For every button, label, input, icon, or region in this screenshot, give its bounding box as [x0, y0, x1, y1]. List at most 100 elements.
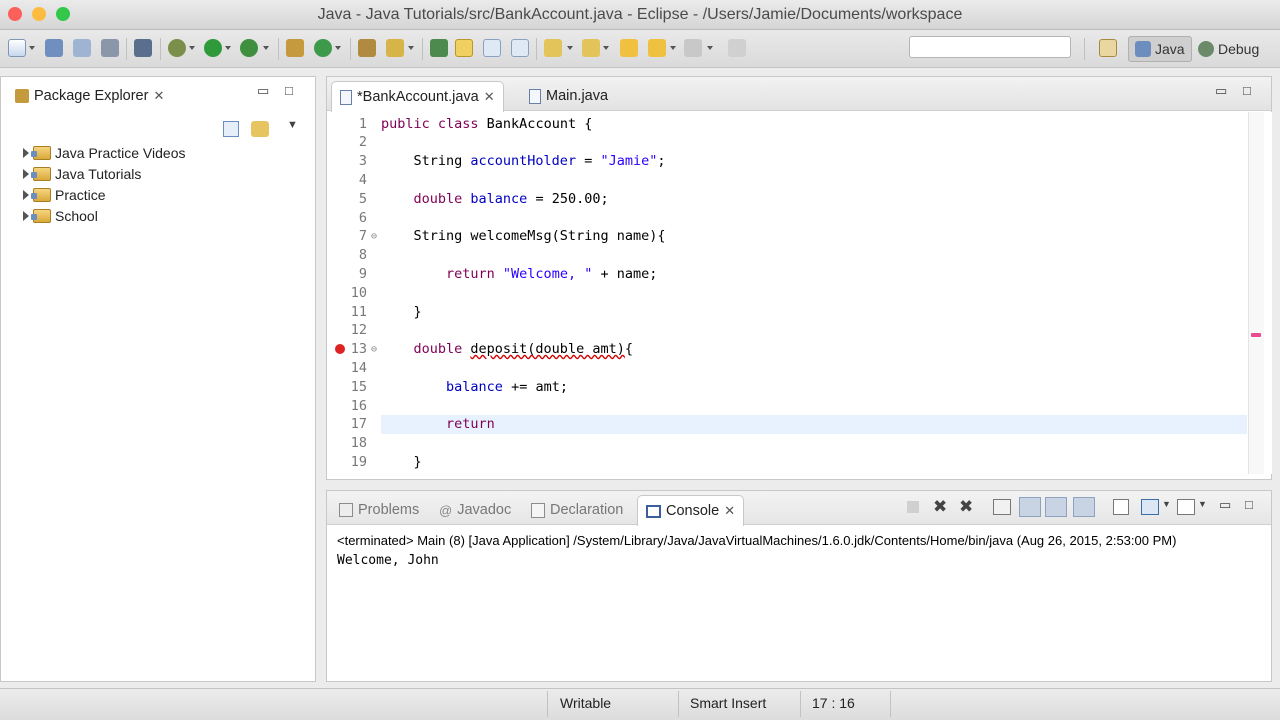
- pin-editor-icon[interactable]: [728, 39, 746, 57]
- expand-triangle-icon[interactable]: [23, 148, 29, 158]
- clear-console-icon[interactable]: [993, 499, 1011, 515]
- link-with-editor-icon[interactable]: [251, 121, 269, 137]
- display-selected-console-icon[interactable]: [1141, 499, 1159, 515]
- code-line[interactable]: 12: [327, 321, 1247, 340]
- tab-bank-account-java[interactable]: *BankAccount.java ✕: [331, 81, 504, 112]
- code-line[interactable]: 16: [327, 396, 1247, 415]
- tree-item-project[interactable]: School: [23, 206, 98, 226]
- open-console-dropdown-icon[interactable]: ▼: [1198, 499, 1207, 509]
- run-icon[interactable]: [204, 39, 222, 57]
- next-annotation-icon[interactable]: [430, 39, 448, 57]
- back-icon[interactable]: [648, 39, 666, 57]
- debug-dropdown-icon[interactable]: [189, 46, 195, 50]
- search-tool-icon[interactable]: [386, 39, 404, 57]
- fold-toggle-icon[interactable]: ⊖: [367, 231, 381, 242]
- quick-access-input[interactable]: [909, 36, 1071, 58]
- toggle-block-selection-icon[interactable]: [483, 39, 501, 57]
- new-java-class-icon[interactable]: [314, 39, 332, 57]
- fold-toggle-icon[interactable]: ⊖: [367, 344, 381, 355]
- error-overview-marker[interactable]: [1251, 333, 1261, 337]
- code-line[interactable]: 9 return "Welcome, " + name;: [327, 264, 1247, 283]
- save-all-icon[interactable]: [73, 39, 91, 57]
- tab-main-java[interactable]: Main.java: [521, 81, 616, 111]
- code-line[interactable]: 10: [327, 283, 1247, 302]
- tab-javadoc[interactable]: @ Javadoc: [431, 495, 519, 525]
- code-line[interactable]: 3 String accountHolder = "Jamie";: [327, 152, 1247, 171]
- code-line[interactable]: 17 return: [327, 414, 1247, 434]
- code-line[interactable]: 1 public class BankAccount {: [327, 114, 1247, 133]
- tab-declaration[interactable]: Declaration: [523, 495, 631, 525]
- previous-edit-dropdown-icon[interactable]: [603, 46, 609, 50]
- new-dropdown-icon[interactable]: [29, 46, 35, 50]
- new-java-package-icon[interactable]: [286, 39, 304, 57]
- tree-item-project[interactable]: Java Practice Videos: [23, 143, 185, 163]
- tree-item-project[interactable]: Practice: [23, 185, 106, 205]
- scroll-lock-icon[interactable]: [1019, 497, 1041, 517]
- expand-triangle-icon[interactable]: [23, 169, 29, 179]
- code-line[interactable]: 6: [327, 208, 1247, 227]
- close-tab-icon[interactable]: ✕: [724, 503, 735, 519]
- back-dropdown-icon[interactable]: [670, 46, 676, 50]
- debug-perspective-button[interactable]: Debug: [1192, 36, 1265, 62]
- display-selected-dropdown-icon[interactable]: ▼: [1162, 499, 1171, 509]
- next-edit-dropdown-icon[interactable]: [567, 46, 573, 50]
- show-on-stdout-icon[interactable]: [1045, 497, 1067, 517]
- debug-toggle-icon[interactable]: [134, 39, 152, 57]
- code-line[interactable]: 5 double balance = 250.00;: [327, 189, 1247, 208]
- console-output[interactable]: Welcome, John: [337, 553, 439, 568]
- code-line[interactable]: 13 ⊖ double deposit(double amt){: [327, 340, 1247, 359]
- save-icon[interactable]: [45, 39, 63, 57]
- run-dropdown-icon[interactable]: [225, 46, 231, 50]
- minimize-console-icon[interactable]: ▭: [1219, 497, 1231, 513]
- new-class-dropdown-icon[interactable]: [335, 46, 341, 50]
- terminate-icon[interactable]: [907, 501, 919, 513]
- open-console-icon[interactable]: [1177, 499, 1195, 515]
- minimize-view-icon[interactable]: ▭: [257, 83, 269, 99]
- code-line[interactable]: 4: [327, 170, 1247, 189]
- tree-item-project[interactable]: Java Tutorials: [23, 164, 141, 184]
- previous-edit-icon[interactable]: [582, 39, 600, 57]
- close-tab-icon[interactable]: ✕: [484, 89, 495, 105]
- search-dropdown-icon[interactable]: [408, 46, 414, 50]
- remove-all-terminated-icon[interactable]: ✖: [959, 497, 973, 517]
- maximize-console-icon[interactable]: □: [1245, 497, 1253, 512]
- next-edit-icon[interactable]: [544, 39, 562, 57]
- tab-package-explorer[interactable]: Package Explorer ✕: [7, 81, 172, 111]
- open-perspective-icon[interactable]: [1099, 39, 1117, 57]
- print-icon[interactable]: [101, 39, 119, 57]
- tab-problems[interactable]: Problems: [331, 495, 427, 525]
- code-line[interactable]: 18: [327, 434, 1247, 453]
- maximize-editor-icon[interactable]: □: [1243, 83, 1251, 98]
- external-tools-dropdown-icon[interactable]: [263, 46, 269, 50]
- code-line[interactable]: 19 }: [327, 452, 1247, 471]
- code-line[interactable]: 2: [327, 133, 1247, 152]
- maximize-view-icon[interactable]: □: [285, 83, 293, 98]
- forward-icon[interactable]: [684, 39, 702, 57]
- new-icon[interactable]: [8, 39, 26, 57]
- code-line[interactable]: 8: [327, 246, 1247, 265]
- show-whitespace-icon[interactable]: [511, 39, 529, 57]
- minimize-editor-icon[interactable]: ▭: [1215, 83, 1227, 99]
- collapse-all-icon[interactable]: [223, 121, 239, 137]
- toggle-mark-occurrences-icon[interactable]: [455, 39, 473, 57]
- view-menu-icon[interactable]: ▼: [287, 119, 298, 131]
- forward-dropdown-icon[interactable]: [707, 46, 713, 50]
- expand-triangle-icon[interactable]: [23, 190, 29, 200]
- java-perspective-button[interactable]: Java: [1128, 36, 1192, 62]
- code-line[interactable]: 7 ⊖ String welcomeMsg(String name){: [327, 227, 1247, 246]
- code-line[interactable]: 11 }: [327, 302, 1247, 321]
- tab-console[interactable]: Console ✕: [637, 495, 745, 526]
- close-tab-icon[interactable]: ✕: [153, 88, 164, 104]
- external-tools-icon[interactable]: [240, 39, 258, 57]
- remove-launch-icon[interactable]: ✖: [933, 497, 947, 517]
- show-on-stderr-icon[interactable]: [1073, 497, 1095, 517]
- debug-icon[interactable]: [168, 39, 186, 57]
- code-line[interactable]: 15 balance += amt;: [327, 377, 1247, 396]
- open-type-icon[interactable]: [358, 39, 376, 57]
- pin-console-icon[interactable]: [1113, 499, 1129, 515]
- code-line[interactable]: 14: [327, 358, 1247, 377]
- code-editor[interactable]: 1 public class BankAccount {2 3 String acc…: [327, 112, 1272, 474]
- last-edit-location-icon[interactable]: [620, 39, 638, 57]
- expand-triangle-icon[interactable]: [23, 211, 29, 221]
- editor-overview-ruler[interactable]: [1248, 112, 1264, 474]
